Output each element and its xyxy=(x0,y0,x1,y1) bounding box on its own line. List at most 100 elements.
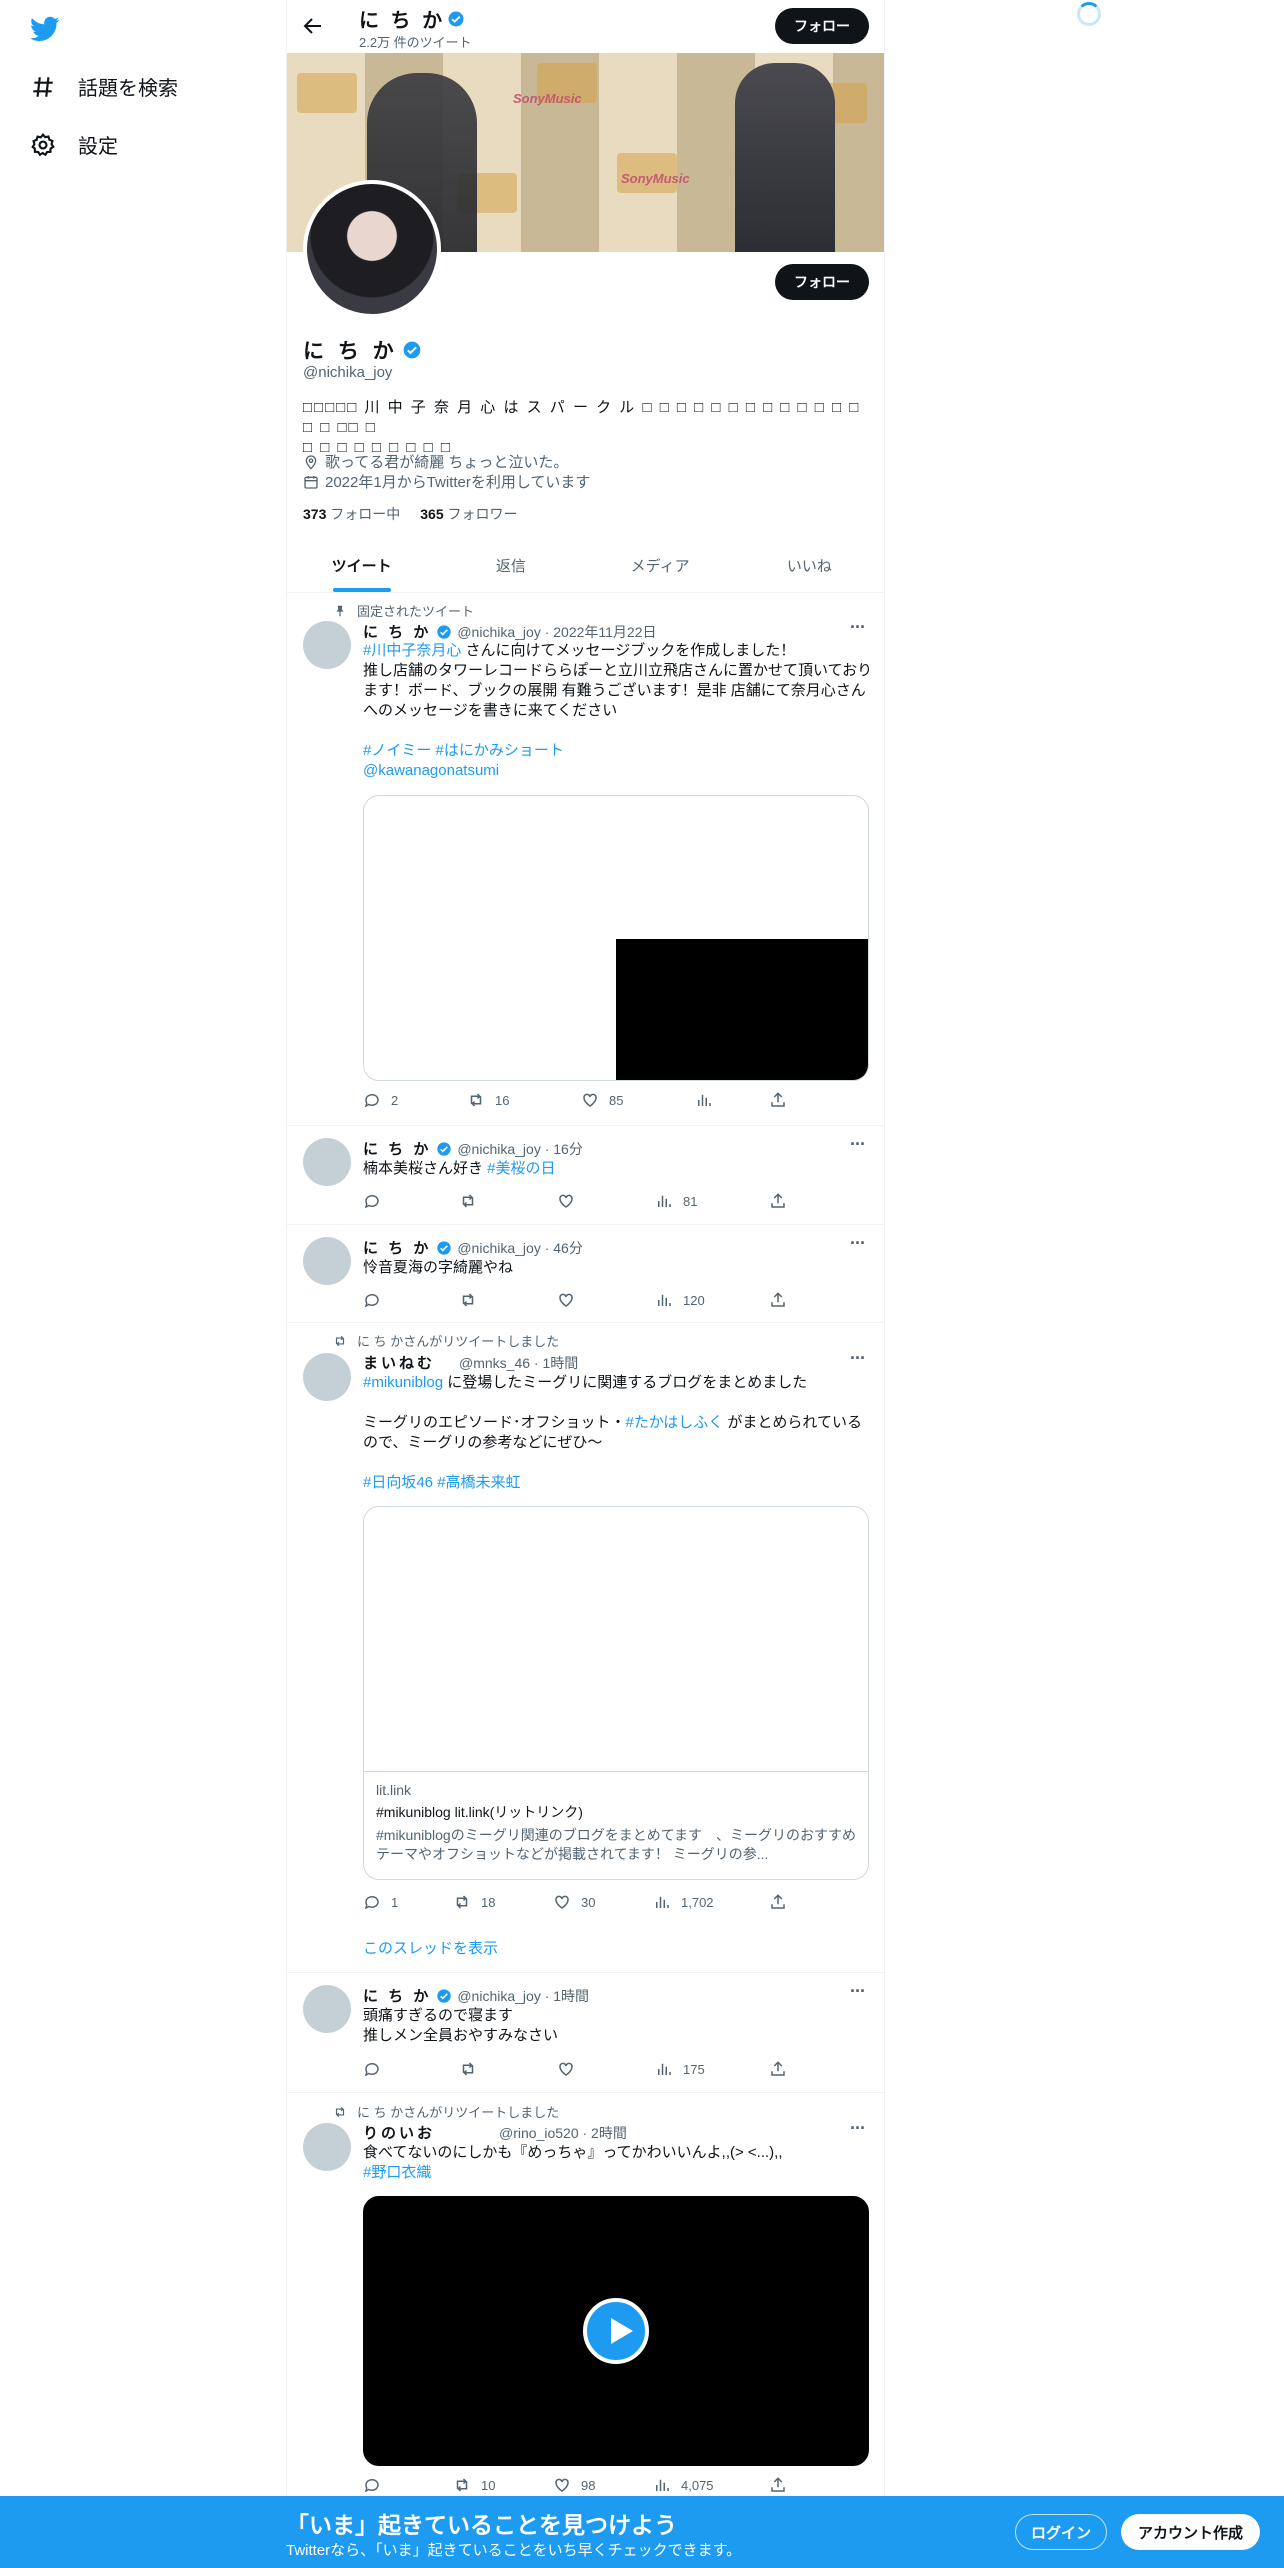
tweet-author-name[interactable]: まいねむ xyxy=(363,1352,435,1373)
tweet-author-name[interactable]: に ち か xyxy=(363,1138,431,1159)
hashtag-link[interactable]: #美桜の日 xyxy=(487,1160,555,1177)
followers-link[interactable]: 365 フォロワー xyxy=(420,504,517,524)
hashtag-link[interactable]: #mikuniblog xyxy=(363,1374,443,1391)
tweet-author-name[interactable]: に ち か xyxy=(363,1237,431,1258)
retweet-button[interactable] xyxy=(459,1192,477,1210)
twitter-logo-icon[interactable] xyxy=(28,14,62,44)
share-button[interactable] xyxy=(769,1091,787,1109)
tweet-avatar[interactable] xyxy=(303,1237,351,1285)
more-icon[interactable]: ··· xyxy=(850,1348,870,1369)
reply-button[interactable]: 2 xyxy=(363,1091,398,1109)
reply-button[interactable] xyxy=(363,1291,381,1309)
share-button[interactable] xyxy=(769,1291,787,1309)
tweet-meta[interactable]: @rino_io520 · 2時間 xyxy=(499,2123,627,2143)
like-button[interactable] xyxy=(557,1291,575,1309)
tweet-avatar[interactable] xyxy=(303,1138,351,1186)
like-button[interactable]: 85 xyxy=(581,1091,623,1109)
like-button[interactable]: 98 xyxy=(553,2476,595,2494)
retweet-button[interactable] xyxy=(459,2060,477,2078)
like-button[interactable]: 30 xyxy=(553,1893,595,1911)
tweet-item[interactable]: に ち か @nichika_joy · 1時間 ··· 頭痛すぎるので寝ます … xyxy=(287,1973,884,2093)
reply-icon xyxy=(364,2062,379,2077)
tweet-meta[interactable]: @nichika_joy · 16分 xyxy=(457,1139,583,1159)
tweet-meta[interactable]: @nichika_joy · 46分 xyxy=(457,1238,583,1258)
like-button[interactable] xyxy=(557,2060,575,2078)
tweet-avatar[interactable] xyxy=(303,1985,351,2033)
tab-likes[interactable]: いいね xyxy=(735,540,884,592)
tab-tweets[interactable]: ツイート xyxy=(287,540,436,592)
show-thread-link[interactable]: このスレッドを表示 xyxy=(363,1937,498,1958)
signup-bottom-bar: 「いま」起きていることを見つけよう Twitterなら、「いま」起きていることを… xyxy=(0,2496,1284,2568)
retweet-button[interactable]: 10 xyxy=(453,2476,495,2494)
views-button[interactable]: 120 xyxy=(655,1291,705,1309)
share-button[interactable] xyxy=(769,1893,787,1911)
tweet-author-name[interactable]: に ち か xyxy=(363,1985,431,2006)
login-button[interactable]: ログイン xyxy=(1015,2514,1107,2550)
tweet-meta[interactable]: @mnks_46 · 1時間 xyxy=(459,1353,578,1373)
more-icon[interactable]: ··· xyxy=(850,1981,870,2002)
nav-explore[interactable]: 話題を検索 xyxy=(30,72,178,101)
signup-button[interactable]: アカウント作成 xyxy=(1121,2514,1260,2550)
reply-icon xyxy=(364,1194,379,1209)
more-icon[interactable]: ··· xyxy=(850,1233,870,1254)
reply-button[interactable] xyxy=(363,2060,381,2078)
views-button[interactable]: 1,702 xyxy=(653,1893,714,1911)
retweet-button[interactable]: 16 xyxy=(467,1091,509,1109)
tweet-text: 怜音夏海の字綺麗やね xyxy=(363,1259,514,1276)
views-button[interactable] xyxy=(695,1091,713,1109)
tweet-item[interactable]: 固定されたツイート に ち か @nichika_joy · 2022年11月2… xyxy=(287,593,884,1126)
retweet-button[interactable] xyxy=(459,1291,477,1309)
views-button[interactable]: 4,075 xyxy=(653,2476,714,2494)
hashtag-links[interactable]: #ノイミー #はにかみショート xyxy=(363,741,873,761)
mention-link[interactable]: @kawanagonatsumi xyxy=(363,761,873,781)
pin-icon xyxy=(336,605,344,616)
reply-button[interactable] xyxy=(363,2476,391,2494)
tab-replies[interactable]: 返信 xyxy=(436,540,585,592)
share-button[interactable] xyxy=(769,2476,787,2494)
views-button[interactable]: 81 xyxy=(655,1192,697,1210)
profile-avatar[interactable] xyxy=(303,180,441,318)
tweet-media[interactable] xyxy=(363,795,869,1081)
share-button[interactable] xyxy=(769,2060,787,2078)
tweet-meta[interactable]: @nichika_joy · 2022年11月22日 xyxy=(457,622,656,642)
tab-media[interactable]: メディア xyxy=(586,540,735,592)
like-button[interactable] xyxy=(557,1192,575,1210)
back-arrow-icon[interactable] xyxy=(301,14,325,38)
views-button[interactable]: 175 xyxy=(655,2060,705,2078)
more-icon[interactable]: ··· xyxy=(850,2118,870,2139)
tweet-header: まいねむ @mnks_46 · 1時間 xyxy=(363,1352,578,1373)
following-link[interactable]: 373 フォロー中 xyxy=(303,504,400,524)
heart-icon xyxy=(555,1895,569,1909)
verified-badge-icon xyxy=(403,341,421,359)
header-follow-button[interactable]: フォロー xyxy=(775,8,869,44)
tweet-avatar[interactable] xyxy=(303,2123,351,2171)
reply-button[interactable]: 1 xyxy=(363,1893,398,1911)
hashtag-links[interactable]: #日向坂46 #高橋未来虹 xyxy=(363,1473,873,1493)
link-card[interactable]: lit.link #mikuniblog lit.link(リットリンク) #m… xyxy=(363,1506,869,1880)
profile-follow-button[interactable]: フォロー xyxy=(775,264,869,300)
hashtag-link[interactable]: #川中子奈月心 xyxy=(363,642,461,659)
reply-icon xyxy=(364,1895,379,1910)
more-icon[interactable]: ··· xyxy=(850,1134,870,1155)
retweet-icon xyxy=(335,1335,345,1346)
tweet-author-name[interactable]: に ち か xyxy=(363,621,431,642)
hashtag-link[interactable]: #たかはしふく xyxy=(626,1414,724,1431)
tweet-avatar[interactable] xyxy=(303,621,351,669)
retweet-button[interactable]: 18 xyxy=(453,1893,495,1911)
tweet-header: に ち か @nichika_joy · 2022年11月22日 xyxy=(363,621,657,642)
reply-button[interactable] xyxy=(363,1192,381,1210)
tweet-item[interactable]: に ち か @nichika_joy · 46分 ··· 怜音夏海の字綺麗やね … xyxy=(287,1225,884,1323)
tweet-item[interactable]: に ち か @nichika_joy · 16分 ··· 楠本美桜さん好き #美… xyxy=(287,1126,884,1225)
tweet-item[interactable]: に ち かさんがリツイートしました まいねむ @mnks_46 · 1時間 ··… xyxy=(287,1323,884,1973)
nav-settings[interactable]: 設定 xyxy=(30,130,118,159)
play-button-icon[interactable] xyxy=(583,2298,649,2364)
tweet-author-name[interactable]: りのいお xyxy=(363,2122,435,2143)
share-button[interactable] xyxy=(769,1192,787,1210)
banner-brand-text: SonyMusic xyxy=(513,91,582,106)
tweet-avatar[interactable] xyxy=(303,1353,351,1401)
hashtag-link[interactable]: #野口衣織 xyxy=(363,2163,873,2183)
tweet-video[interactable] xyxy=(363,2196,869,2466)
tweet-meta[interactable]: @nichika_joy · 1時間 xyxy=(457,1986,589,2006)
tweet-item[interactable]: に ち かさんがリツイートしました りのいお @rino_io520 · 2時間… xyxy=(287,2093,884,2503)
more-icon[interactable]: ··· xyxy=(850,617,870,638)
